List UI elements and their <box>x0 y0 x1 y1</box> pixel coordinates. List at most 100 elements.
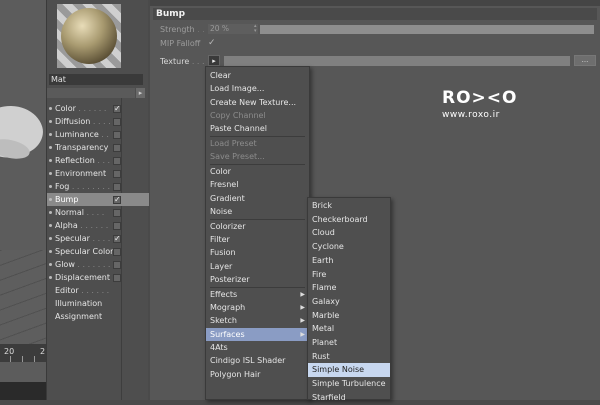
channel-bullet-icon <box>49 120 52 123</box>
channel-checkbox[interactable] <box>113 144 121 152</box>
submenu-item-checkerboard[interactable]: Checkerboard <box>308 213 390 227</box>
channel-item-bump[interactable]: Bump ✓ <box>47 193 149 206</box>
menu-item-create-new-texture[interactable]: Create New Texture... <box>206 96 309 109</box>
submenu-item-earth[interactable]: Earth <box>308 254 390 268</box>
channel-item-assignment[interactable]: Assignment <box>47 310 149 323</box>
channel-bullet-icon <box>49 159 52 162</box>
submenu-item-rust[interactable]: Rust <box>308 350 390 364</box>
channel-item-illumination[interactable]: Illumination <box>47 297 149 310</box>
channel-item-alpha[interactable]: Alpha . . . . . . <box>47 219 149 232</box>
menu-item-color[interactable]: Color <box>206 165 309 178</box>
channel-label: Specular Color <box>55 245 113 258</box>
submenu-item-brick[interactable]: Brick <box>308 199 390 213</box>
strength-spinner-icon[interactable]: ▴ ▾ <box>254 24 259 34</box>
channel-bullet-icon <box>49 198 52 201</box>
menu-item-4ats[interactable]: 4Ats <box>206 341 309 354</box>
channel-label-text: Bump <box>55 195 79 204</box>
menu-item-filter[interactable]: Filter <box>206 233 309 246</box>
channel-label-text: Editor <box>55 286 79 295</box>
channel-label-dots: . . . . . . <box>78 286 110 295</box>
menu-item-label: Posterizer <box>210 275 250 284</box>
channel-checkbox[interactable] <box>113 170 121 178</box>
channel-checkbox[interactable] <box>113 261 121 269</box>
timeline-ruler[interactable]: 20 2 <box>0 344 46 362</box>
menu-item-colorizer[interactable]: Colorizer <box>206 220 309 233</box>
menu-item-noise[interactable]: Noise <box>206 205 309 218</box>
submenu-item-fire[interactable]: Fire <box>308 268 390 282</box>
channel-label-dots: . . . . . . <box>77 221 109 230</box>
submenu-item-galaxy[interactable]: Galaxy <box>308 295 390 309</box>
channel-checkbox[interactable] <box>113 131 121 139</box>
menu-item-fusion[interactable]: Fusion <box>206 246 309 259</box>
menu-item-layer[interactable]: Layer <box>206 260 309 273</box>
watermark-logo: RO><O www.roxo.ir <box>442 88 517 120</box>
channel-item-displacement[interactable]: Displacement <box>47 271 149 284</box>
mip-falloff-checkbox[interactable]: ✓ <box>208 38 216 48</box>
channel-item-specular[interactable]: Specular . . . . ✓ <box>47 232 149 245</box>
strength-slider[interactable] <box>260 25 594 34</box>
channel-checkbox[interactable] <box>113 248 121 256</box>
menu-item-fresnel[interactable]: Fresnel <box>206 178 309 191</box>
channel-item-transparency[interactable]: Transparency <box>47 141 149 154</box>
channel-label-dots: . . . . . . <box>75 104 107 113</box>
submenu-item-simple-turbulence[interactable]: Simple Turbulence <box>308 377 390 391</box>
channel-item-diffusion[interactable]: Diffusion . . . . <box>47 115 149 128</box>
channel-checkbox[interactable] <box>113 183 121 191</box>
channel-checkbox[interactable] <box>113 209 121 217</box>
menu-item-label: Clear <box>210 71 231 80</box>
menu-item-posterizer[interactable]: Posterizer <box>206 273 309 286</box>
3d-viewport[interactable]: 20 2 <box>0 0 46 400</box>
channel-checkbox[interactable]: ✓ <box>113 105 121 113</box>
channel-item-normal[interactable]: Normal . . . . <box>47 206 149 219</box>
menu-item-gradient[interactable]: Gradient <box>206 192 309 205</box>
submenu-item-marble[interactable]: Marble <box>308 309 390 323</box>
menu-item-surfaces[interactable]: Surfaces ▶ <box>206 327 309 341</box>
channel-checkbox[interactable] <box>113 118 121 126</box>
texture-field[interactable] <box>224 56 570 66</box>
submenu-item-starfield[interactable]: Starfield <box>308 391 390 405</box>
channel-item-editor[interactable]: Editor . . . . . . <box>47 284 149 297</box>
watermark-url: www.roxo.ir <box>442 110 500 120</box>
channel-item-luminance[interactable]: Luminance . . <box>47 128 149 141</box>
channel-item-glow[interactable]: Glow . . . . . . . <box>47 258 149 271</box>
texture-menu-button[interactable]: ▸ <box>208 55 220 66</box>
channel-label-dots: . . . . . . . . <box>69 182 110 191</box>
channel-item-environment[interactable]: Environment <box>47 167 149 180</box>
menu-item-paste-channel[interactable]: Paste Channel <box>206 122 309 135</box>
texture-browse-button[interactable]: ... <box>574 55 596 66</box>
submenu-item-cyclone[interactable]: Cyclone <box>308 240 390 254</box>
material-preview[interactable] <box>57 4 121 68</box>
submenu-item-metal[interactable]: Metal <box>308 322 390 336</box>
menu-item-load-preset: Load Preset <box>206 137 309 150</box>
submenu-item-simple-noise[interactable]: Simple Noise <box>308 363 390 378</box>
channel-checkbox[interactable] <box>113 157 121 165</box>
material-name-field[interactable]: Mat <box>49 74 143 85</box>
channel-label-dots: . . . <box>94 156 111 165</box>
material-bar <box>47 88 135 98</box>
channel-checkbox[interactable] <box>113 274 121 282</box>
texture-label-dots: . . . <box>191 57 205 66</box>
material-menu-button[interactable]: ▸ <box>136 88 145 98</box>
strength-input[interactable]: 20 % <box>208 24 258 34</box>
menu-item-polygon-hair[interactable]: Polygon Hair <box>206 368 309 381</box>
channel-checkbox[interactable] <box>113 222 121 230</box>
menu-item-load-image[interactable]: Load Image... <box>206 82 309 95</box>
channel-item-color[interactable]: Color . . . . . . ✓ <box>47 102 149 115</box>
menu-item-sketch[interactable]: Sketch ▶ <box>206 314 309 327</box>
menu-item-cindigo-isl-shader[interactable]: Cindigo ISL Shader <box>206 354 309 367</box>
menu-item-effects[interactable]: Effects ▶ <box>206 288 309 301</box>
channel-checkbox[interactable]: ✓ <box>113 235 121 243</box>
strength-label-text: Strength <box>160 25 195 34</box>
submenu-item-flame[interactable]: Flame <box>308 281 390 295</box>
channel-label: Specular . . . . <box>55 232 110 245</box>
channel-item-fog[interactable]: Fog . . . . . . . . <box>47 180 149 193</box>
submenu-item-planet[interactable]: Planet <box>308 336 390 350</box>
menu-item-clear[interactable]: Clear <box>206 69 309 82</box>
menu-item-mograph[interactable]: Mograph ▶ <box>206 301 309 314</box>
submenu-item-cloud[interactable]: Cloud <box>308 226 390 240</box>
channel-bullet-icon <box>49 250 52 253</box>
channel-label-dots: . . . . <box>83 208 105 217</box>
channel-item-specular-color[interactable]: Specular Color <box>47 245 149 258</box>
channel-item-reflection[interactable]: Reflection . . . <box>47 154 149 167</box>
channel-checkbox[interactable]: ✓ <box>113 196 121 204</box>
